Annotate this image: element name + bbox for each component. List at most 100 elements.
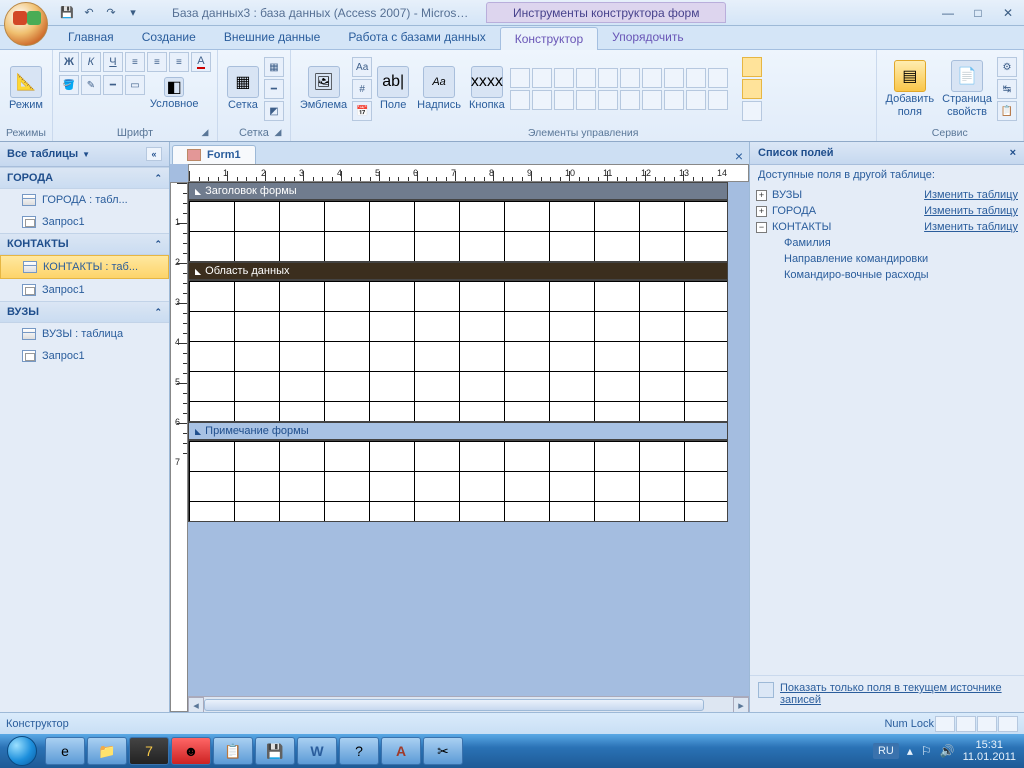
nav-item-query1[interactable]: Запрос1	[0, 211, 169, 233]
select-tool[interactable]	[742, 57, 762, 77]
field-table-goroda[interactable]: +ГОРОДАИзменить таблицу	[756, 203, 1018, 219]
control-pagebreak[interactable]	[620, 90, 640, 110]
align-right-button[interactable]: ≡	[169, 52, 189, 72]
field-item-familia[interactable]: Фамилия	[756, 235, 1018, 251]
scrollbar-thumb[interactable]	[204, 699, 704, 711]
line-style-button[interactable]: ━	[103, 75, 123, 95]
taskbar-app1[interactable]: 7	[129, 737, 169, 765]
grid-dialog-launcher[interactable]: ◢	[272, 127, 284, 139]
italic-button[interactable]: К	[81, 52, 101, 72]
field-list-close-button[interactable]: ×	[1010, 147, 1016, 159]
tray-expand-icon[interactable]: ▴	[907, 744, 913, 758]
underline-button[interactable]: Ч	[103, 52, 123, 72]
form-footer-bar[interactable]: ◣Примечание формы	[188, 422, 728, 440]
expand-icon[interactable]: +	[756, 206, 767, 217]
font-dialog-launcher[interactable]: ◢	[199, 127, 211, 139]
grid-button[interactable]: ▦ Сетка	[224, 64, 262, 113]
control-boundframe[interactable]	[620, 68, 640, 88]
view-form-button[interactable]	[935, 716, 955, 732]
qat-undo-icon[interactable]: ↶	[80, 4, 98, 22]
nav-group-kontakty[interactable]: КОНТАКТЫ⌃	[0, 233, 169, 255]
scroll-left-button[interactable]: ◂	[188, 697, 204, 712]
convert-macros-button[interactable]: 📋	[997, 101, 1017, 121]
view-button[interactable]: 📐 Режим	[6, 64, 46, 113]
nav-group-goroda[interactable]: ГОРОДА⌃	[0, 167, 169, 189]
clock[interactable]: 15:3111.01.2011	[963, 739, 1016, 763]
document-tab-form1[interactable]: Form1	[172, 145, 256, 164]
scroll-right-button[interactable]: ▸	[733, 697, 749, 712]
detail-section-bar[interactable]: ◣Область данных	[188, 262, 728, 280]
control-image[interactable]	[598, 90, 618, 110]
taskbar-help[interactable]: ?	[339, 737, 379, 765]
nav-item-vuzy-table[interactable]: ВУЗЫ : таблица	[0, 323, 169, 345]
horizontal-scrollbar[interactable]: ◂ ▸	[188, 696, 749, 712]
control-page[interactable]	[532, 90, 552, 110]
collapse-icon[interactable]: −	[756, 222, 767, 233]
property-sheet-button[interactable]: 📄Страница свойств	[939, 58, 995, 119]
taskbar-app4[interactable]: 💾	[255, 737, 295, 765]
pagenum-button[interactable]: #	[352, 79, 372, 99]
logo-button[interactable]: 🖼Эмблема	[297, 64, 350, 113]
taskbar-ie[interactable]: e	[45, 737, 85, 765]
field-table-vuzy[interactable]: +ВУЗЫИзменить таблицу	[756, 187, 1018, 203]
detail-area[interactable]	[189, 281, 727, 421]
tab-order-button[interactable]: ↹	[997, 79, 1017, 99]
fill-color-button[interactable]: 🪣	[59, 75, 79, 95]
form-header-bar[interactable]: ◣Заголовок формы	[188, 182, 728, 200]
control-optionbutton[interactable]	[686, 68, 706, 88]
form-design-surface[interactable]: 1234567891011121314 1234567 ◣Заголовок ф…	[170, 164, 749, 712]
nav-item-query1b[interactable]: Запрос1	[0, 279, 169, 301]
taskbar-app3[interactable]: 📋	[213, 737, 253, 765]
qat-save-icon[interactable]: 💾	[58, 4, 76, 22]
tab-database[interactable]: Работа с базами данных	[334, 26, 499, 49]
control-tab[interactable]	[510, 90, 530, 110]
qat-redo-icon[interactable]: ↷	[102, 4, 120, 22]
code-button[interactable]: ⚙	[997, 57, 1017, 77]
add-fields-button[interactable]: ▤Добавить поля	[883, 58, 938, 119]
commandbutton-button[interactable]: xxxxКнопка	[466, 64, 508, 113]
label-button[interactable]: AaНадпись	[414, 64, 464, 113]
align-center-button[interactable]: ≡	[147, 52, 167, 72]
control-line[interactable]	[576, 68, 596, 88]
control-checkbox[interactable]	[664, 68, 684, 88]
tab-design[interactable]: Конструктор	[500, 27, 598, 50]
minimize-button[interactable]: —	[936, 4, 960, 22]
edit-table-link[interactable]: Изменить таблицу	[924, 221, 1018, 233]
align-left-button[interactable]: ≡	[125, 52, 145, 72]
office-button[interactable]	[4, 2, 48, 46]
tray-flag-icon[interactable]: ⚐	[921, 744, 932, 758]
taskbar-access[interactable]: A	[381, 737, 421, 765]
start-button[interactable]	[0, 734, 44, 768]
form-footer-area[interactable]	[189, 441, 727, 521]
control-activex[interactable]	[686, 90, 706, 110]
nav-group-vuzy[interactable]: ВУЗЫ⌃	[0, 301, 169, 323]
control-rectangle[interactable]	[598, 68, 618, 88]
control-wizards-toggle[interactable]	[742, 79, 762, 99]
form-header-area[interactable]	[189, 201, 727, 261]
grid-style-button[interactable]: ▦	[264, 57, 284, 77]
grid-color-button[interactable]: ◩	[264, 101, 284, 121]
field-table-kontakty[interactable]: −КОНТАКТЫИзменить таблицу	[756, 219, 1018, 235]
nav-item-goroda-table[interactable]: ГОРОДА : табл...	[0, 189, 169, 211]
font-color-button[interactable]: A	[191, 52, 211, 72]
textbox-button[interactable]: ab|Поле	[374, 64, 412, 113]
line-color-button[interactable]: ✎	[81, 75, 101, 95]
tray-volume-icon[interactable]: 🔊	[940, 744, 955, 758]
nav-item-kontakty-table[interactable]: КОНТАКТЫ : таб...	[0, 255, 169, 279]
taskbar-snip[interactable]: ✂	[423, 737, 463, 765]
tab-arrange[interactable]: Упорядочить	[598, 26, 697, 49]
edit-table-link[interactable]: Изменить таблицу	[924, 205, 1018, 217]
grid-width-button[interactable]: ━	[264, 79, 284, 99]
control-unboundframe[interactable]	[576, 90, 596, 110]
language-indicator[interactable]: RU	[873, 743, 899, 759]
edit-table-link[interactable]: Изменить таблицу	[924, 189, 1018, 201]
control-optiongroup[interactable]	[642, 68, 662, 88]
tab-home[interactable]: Главная	[54, 26, 128, 49]
control-chart[interactable]	[554, 90, 574, 110]
tab-external[interactable]: Внешние данные	[210, 26, 335, 49]
document-close-button[interactable]: ×	[729, 148, 749, 164]
control-hyperlink[interactable]	[642, 90, 662, 110]
tab-create[interactable]: Создание	[128, 26, 210, 49]
view-layout-button[interactable]	[977, 716, 997, 732]
field-item-direction[interactable]: Направление командировки	[756, 251, 1018, 267]
